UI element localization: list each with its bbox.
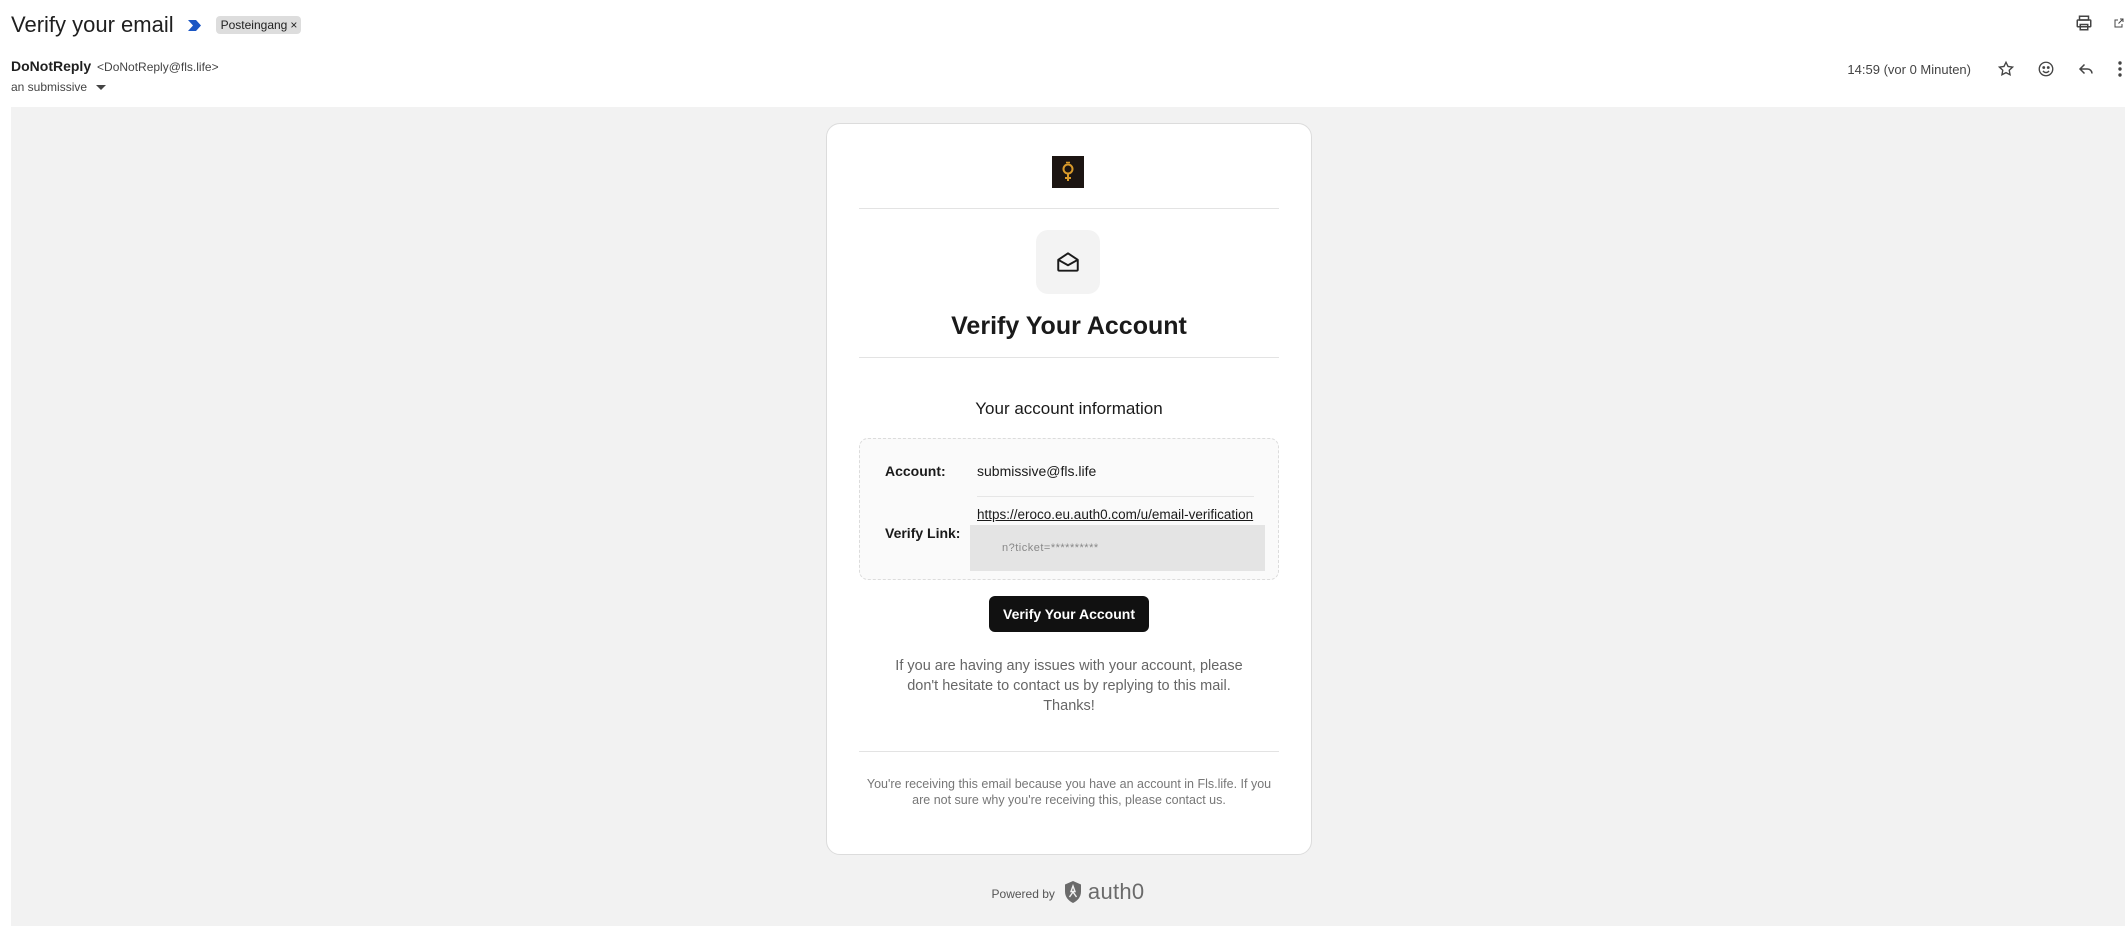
verification-card: Verify Your Account Your account informa…	[826, 123, 1312, 855]
divider	[859, 357, 1279, 358]
top-actions	[2073, 12, 2125, 34]
email-body: Verify Your Account Your account informa…	[11, 107, 2125, 926]
message-meta: 14:59 (vor 0 Minuten)	[1847, 58, 2125, 80]
recipient-details-toggle[interactable]: an submissive	[11, 80, 107, 94]
emoji-icon[interactable]	[2035, 58, 2057, 80]
label-chip-inbox: Posteingang ×	[215, 16, 302, 34]
open-in-new-window-icon[interactable]	[2113, 12, 2125, 34]
help-text: If you are having any issues with your a…	[895, 658, 1243, 714]
chevron-down-icon[interactable]	[96, 84, 107, 90]
remove-label-button[interactable]: ×	[290, 18, 297, 32]
email-subject: Verify your email	[11, 12, 174, 37]
divider	[859, 208, 1279, 209]
sender-email: <DoNotReply@fls.life>	[97, 60, 219, 74]
verify-account-button[interactable]: Verify Your Account	[989, 596, 1149, 632]
sender-row: DoNotReply <DoNotReply@fls.life>	[11, 58, 219, 74]
account-value: submissive@fls.life	[977, 463, 1097, 479]
recipient-text: an submissive	[11, 80, 88, 94]
auth0-logo[interactable]: auth0	[1063, 879, 1145, 905]
print-icon[interactable]	[2073, 12, 2095, 34]
powered-by-label: Powered by	[991, 887, 1055, 901]
redacted-link-remainder: n?ticket=**********	[970, 525, 1265, 571]
reply-icon[interactable]	[2075, 58, 2097, 80]
powered-by: Powered by auth0	[11, 879, 2125, 905]
auth0-wordmark: auth0	[1087, 879, 1145, 904]
important-marker-icon[interactable]	[187, 18, 204, 32]
verify-link-label: Verify Link:	[885, 525, 961, 541]
link-ticket-text: n?ticket=**********	[1002, 542, 1099, 554]
info-heading: Your account information	[975, 399, 1163, 418]
sender-name[interactable]: DoNotReply	[11, 58, 91, 74]
subject-row: Verify your email Posteingang ×	[11, 10, 302, 40]
divider	[977, 496, 1254, 497]
brand-logo	[1052, 156, 1084, 188]
account-info-box: Account: submissive@fls.life Verify Link…	[859, 438, 1279, 580]
card-title: Verify Your Account	[951, 312, 1187, 340]
account-label: Account:	[885, 463, 946, 479]
verify-link[interactable]: https://eroco.eu.auth0.com/u/email-verif…	[977, 507, 1263, 522]
divider	[859, 751, 1279, 752]
footer-text: You're receiving this email because you …	[866, 777, 1272, 807]
timestamp: 14:59 (vor 0 Minuten)	[1847, 61, 1971, 77]
envelope-icon	[1036, 230, 1100, 294]
auth0-shield-icon	[1064, 881, 1081, 903]
more-options-icon[interactable]	[2115, 58, 2125, 80]
label-chip-text: Posteingang	[220, 18, 288, 32]
star-icon[interactable]	[1995, 58, 2017, 80]
